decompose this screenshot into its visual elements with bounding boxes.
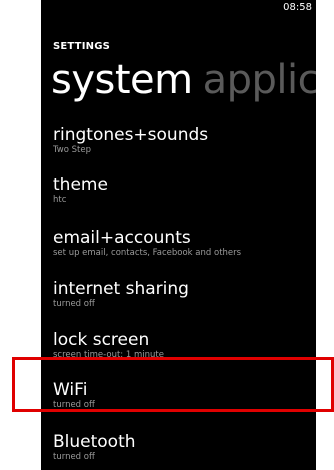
settings-item-email-accounts[interactable]: email+accounts set up email, contacts, F…	[53, 228, 316, 258]
pivot-header: systemapplicat	[51, 60, 316, 100]
item-title: ringtones+sounds	[53, 125, 209, 145]
item-title: lock screen	[53, 330, 150, 350]
item-subtitle: Two Step	[53, 145, 91, 155]
item-subtitle: htc	[53, 195, 67, 205]
settings-item-theme[interactable]: theme htc	[53, 175, 316, 205]
pivot-tab-system[interactable]: system	[51, 57, 193, 103]
item-title: email+accounts	[53, 228, 191, 248]
item-title: theme	[53, 175, 108, 195]
pivot-tab-applications[interactable]: applicat	[203, 57, 316, 103]
item-title: Bluetooth	[53, 432, 136, 452]
item-title: internet sharing	[53, 279, 189, 299]
item-subtitle: turned off	[53, 299, 95, 309]
wifi-highlight-box	[12, 357, 334, 412]
status-time: 08:58	[283, 2, 312, 13]
settings-item-lock-screen[interactable]: lock screen screen time-out: 1 minute	[53, 330, 316, 360]
settings-item-internet-sharing[interactable]: internet sharing turned off	[53, 279, 316, 309]
settings-item-bluetooth[interactable]: Bluetooth turned off	[53, 432, 316, 462]
item-subtitle: turned off	[53, 452, 95, 462]
item-subtitle: set up email, contacts, Facebook and oth…	[53, 248, 242, 258]
settings-item-ringtones[interactable]: ringtones+sounds Two Step	[53, 125, 316, 155]
app-title: SETTINGS	[53, 41, 111, 52]
